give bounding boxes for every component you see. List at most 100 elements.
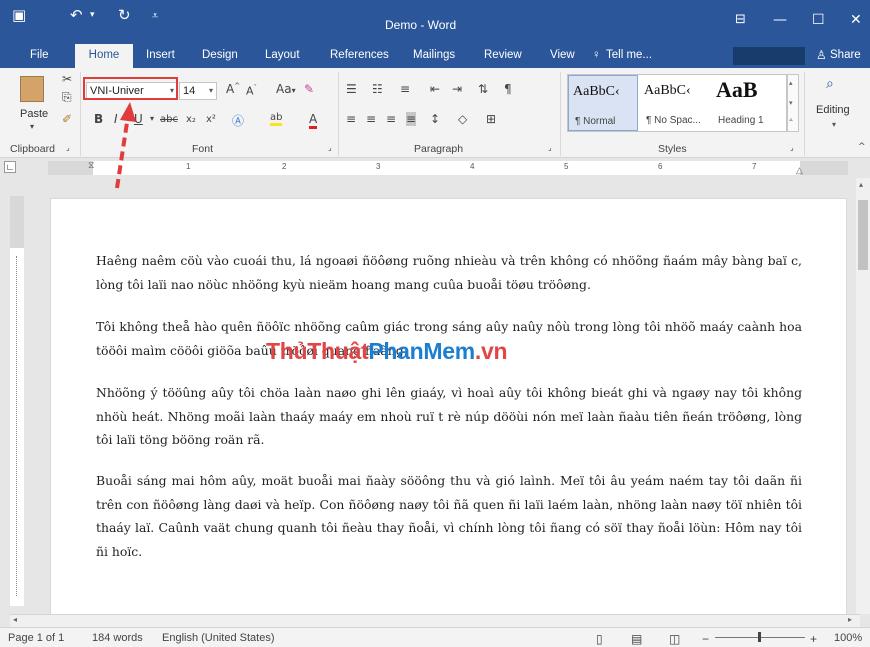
- close-icon[interactable]: ✕: [850, 12, 862, 28]
- bold-icon[interactable]: B: [94, 112, 103, 126]
- undo-dropdown-icon[interactable]: ▾: [90, 10, 95, 20]
- numbering-icon[interactable]: ☷: [372, 82, 383, 96]
- tab-insert[interactable]: Insert: [146, 49, 175, 61]
- editing-button[interactable]: ⌕ Editing ▾: [812, 74, 862, 138]
- sort-icon[interactable]: ⇅: [478, 82, 488, 96]
- document-paragraph[interactable]: Nhöõng ý tööûng aûy tôi chöa laàn naøo g…: [96, 381, 802, 452]
- tab-references[interactable]: References: [330, 49, 389, 61]
- vertical-ruler[interactable]: [10, 196, 24, 606]
- paste-button[interactable]: Paste: [20, 108, 48, 120]
- zoom-slider-thumb[interactable]: [758, 632, 761, 642]
- cut-icon[interactable]: ✂: [62, 72, 72, 86]
- vertical-scrollbar[interactable]: ▴: [856, 178, 870, 614]
- font-launcher-icon[interactable]: ⌟: [328, 143, 332, 152]
- document-paragraph[interactable]: Haêng naêm cöù vào cuoái thu, lá ngoaøi …: [96, 249, 802, 296]
- divider: [560, 72, 561, 156]
- paragraph-launcher-icon[interactable]: ⌟: [548, 143, 552, 152]
- change-case-icon[interactable]: Aa▾: [276, 82, 296, 96]
- print-layout-icon[interactable]: ▤: [631, 632, 642, 646]
- paste-icon[interactable]: [20, 76, 44, 102]
- document-paragraph[interactable]: Buoåi sáng mai hôm aûy, moät buoåi mai ñ…: [96, 469, 802, 563]
- scroll-thumb[interactable]: [858, 200, 868, 270]
- maximize-icon[interactable]: ☐: [812, 12, 825, 28]
- strikethrough-icon[interactable]: abc: [160, 114, 178, 125]
- tab-mailings[interactable]: Mailings: [413, 49, 455, 61]
- tab-view[interactable]: View: [550, 49, 575, 61]
- scroll-left-icon[interactable]: ◂: [13, 615, 17, 624]
- scroll-down-icon[interactable]: ▾: [789, 99, 793, 107]
- subscript-icon[interactable]: x₂: [186, 114, 196, 125]
- superscript-icon[interactable]: x²: [206, 114, 216, 125]
- styles-launcher-icon[interactable]: ⌟: [790, 143, 794, 152]
- horizontal-scrollbar[interactable]: ◂ ▸: [10, 614, 860, 627]
- save-icon[interactable]: ▣: [12, 6, 26, 24]
- read-mode-icon[interactable]: ▯: [596, 632, 603, 646]
- format-painter-icon[interactable]: ✐: [62, 112, 72, 126]
- bullets-icon[interactable]: ☰: [346, 82, 357, 96]
- horizontal-ruler[interactable]: 1 2 3 4 5 6 7 ⧖ △: [48, 160, 848, 176]
- font-size-dropdown-icon[interactable]: ▾: [209, 86, 213, 95]
- borders-icon[interactable]: ⊞: [486, 112, 496, 126]
- scroll-up-icon[interactable]: ▴: [859, 180, 863, 189]
- copy-icon[interactable]: ⎘: [62, 90, 72, 105]
- tab-file[interactable]: File: [30, 49, 49, 61]
- gallery-more-icon[interactable]: ⩡: [789, 117, 793, 125]
- tab-review[interactable]: Review: [484, 49, 522, 61]
- zoom-out-icon[interactable]: −: [702, 632, 709, 646]
- show-marks-icon[interactable]: ¶: [504, 82, 512, 96]
- justify-icon[interactable]: ≡: [406, 112, 417, 126]
- watermark-text-2: PhanMem: [368, 338, 475, 364]
- tell-me-box[interactable]: Tell me...: [606, 49, 652, 61]
- ruler-top-margin: [10, 196, 24, 248]
- collapse-ribbon-icon[interactable]: ^: [858, 142, 866, 152]
- tab-home[interactable]: Home: [75, 44, 133, 68]
- tab-selector-icon[interactable]: ∟: [4, 161, 16, 173]
- ribbon-display-icon[interactable]: ⊟: [735, 12, 746, 27]
- word-count[interactable]: 184 words: [92, 632, 143, 644]
- clipboard-launcher-icon[interactable]: ⌟: [66, 143, 70, 152]
- highlight-annotation-box: [83, 77, 178, 100]
- customize-qat-icon[interactable]: ⩡: [152, 9, 158, 23]
- page-count[interactable]: Page 1 of 1: [8, 632, 64, 644]
- undo-icon[interactable]: ↶: [70, 6, 83, 24]
- minimize-icon[interactable]: —: [773, 12, 787, 28]
- shrink-font-icon[interactable]: Aˇ: [246, 84, 257, 98]
- zoom-in-icon[interactable]: +: [810, 632, 817, 646]
- grow-font-icon[interactable]: A^: [226, 82, 240, 96]
- line-spacing-icon[interactable]: ↕: [430, 112, 440, 126]
- scroll-right-icon[interactable]: ▸: [848, 615, 852, 624]
- language-indicator[interactable]: English (United States): [162, 632, 275, 644]
- style-no-spacing[interactable]: AaBbC‹ ¶ No Spac...: [640, 75, 710, 131]
- redo-icon[interactable]: ↻: [118, 6, 131, 24]
- align-right-icon[interactable]: ≡: [386, 112, 396, 126]
- font-size-field[interactable]: 14 ▾: [179, 82, 217, 100]
- divider: [338, 72, 339, 156]
- styles-group-label: Styles: [658, 143, 687, 155]
- scroll-up-icon[interactable]: ▴: [789, 79, 793, 87]
- decrease-indent-icon[interactable]: ⇤: [430, 82, 440, 96]
- tab-design[interactable]: Design: [202, 49, 238, 61]
- right-indent-marker[interactable]: △: [796, 165, 803, 176]
- increase-indent-icon[interactable]: ⇥: [452, 82, 462, 96]
- align-left-icon[interactable]: ≡: [346, 112, 356, 126]
- styles-scroll[interactable]: ▴ ▾ ⩡: [787, 74, 799, 132]
- web-layout-icon[interactable]: ◫: [669, 632, 680, 646]
- align-center-icon[interactable]: ≡: [366, 112, 376, 126]
- zoom-level[interactable]: 100%: [834, 632, 862, 644]
- account-area[interactable]: [733, 47, 805, 65]
- paste-dropdown-icon[interactable]: ▾: [30, 122, 34, 131]
- tab-layout[interactable]: Layout: [265, 49, 300, 61]
- style-normal[interactable]: AaBbC‹ ¶ Normal: [568, 75, 638, 131]
- left-indent-marker[interactable]: ⧖: [88, 160, 94, 171]
- document-page[interactable]: Haêng naêm cöù vào cuoái thu, lá ngoaøi …: [50, 198, 847, 618]
- clear-formatting-icon[interactable]: ✎: [304, 82, 314, 96]
- share-button[interactable]: Share: [830, 49, 861, 61]
- underline-dropdown-icon[interactable]: ▾: [150, 114, 154, 123]
- style-sample: AaBbC‹: [644, 83, 691, 98]
- shading-icon[interactable]: ◇: [458, 112, 467, 126]
- highlight-icon[interactable]: ab: [270, 112, 283, 126]
- font-color-icon[interactable]: A: [309, 112, 318, 129]
- style-heading-1[interactable]: AaB Heading 1: [712, 75, 782, 131]
- text-effects-icon[interactable]: Ⓐ: [232, 112, 244, 129]
- multilevel-list-icon[interactable]: ≡: [400, 82, 410, 96]
